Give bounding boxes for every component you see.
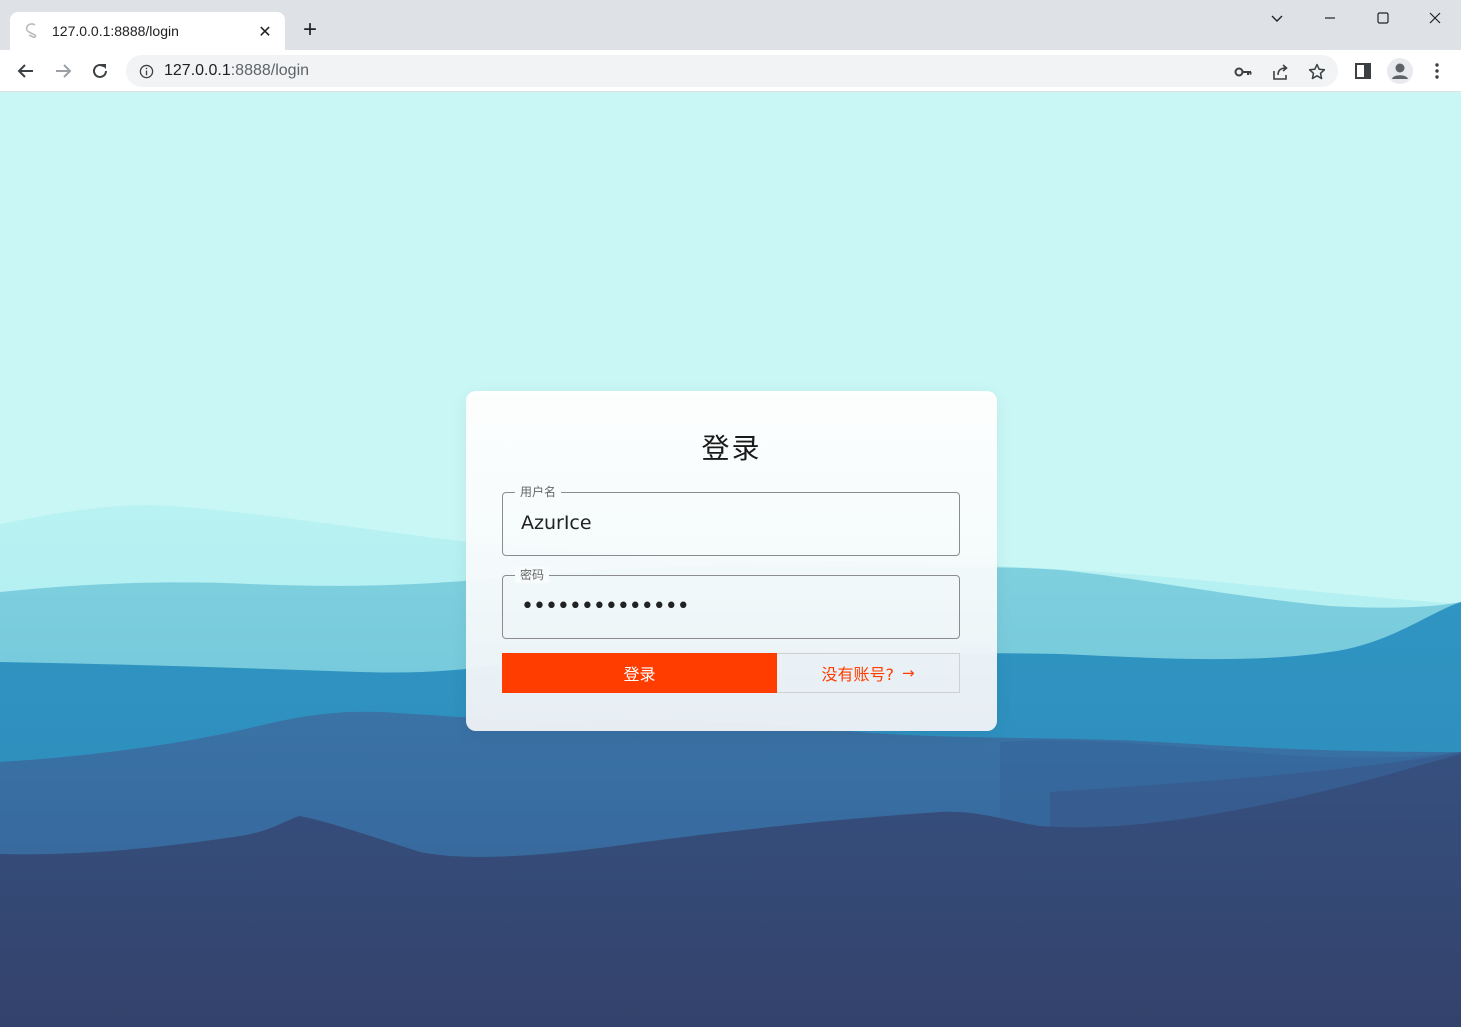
reload-icon[interactable] [86,57,114,85]
address-bar[interactable]: 127.0.0.1:8888/login [126,55,1338,87]
tab-search-chevron-icon[interactable] [1251,0,1303,36]
login-button[interactable]: 登录 [502,653,777,693]
browser-tab-strip: 127.0.0.1:8888/login ✕ + [0,0,1461,50]
url-path: :8888/login [230,62,310,79]
back-arrow-icon[interactable] [12,57,40,85]
username-input[interactable]: AzurIce [521,512,592,534]
window-close-icon[interactable] [1409,0,1461,36]
svelte-icon [24,23,40,39]
username-label: 用户名 [515,484,562,500]
side-panel-icon[interactable] [1353,61,1373,81]
key-icon[interactable] [1234,63,1252,81]
kebab-menu-icon[interactable] [1427,61,1447,81]
minimize-icon[interactable] [1304,0,1356,36]
share-icon[interactable] [1271,63,1289,81]
password-input[interactable]: •••••••••••••• [521,594,690,619]
tab-title: 127.0.0.1:8888/login [52,23,179,39]
browser-toolbar: 127.0.0.1:8888/login [0,50,1461,92]
register-button-label: 没有账号? [821,665,894,684]
arrow-right-icon: → [901,664,915,682]
url-host: 127.0.0.1 [164,62,231,79]
login-card: 登录 用户名 AzurIce 密码 •••••••••••••• 登录 没有账号… [466,391,997,731]
star-icon[interactable] [1308,63,1326,81]
password-label: 密码 [515,567,550,583]
forward-arrow-icon[interactable] [49,57,77,85]
url-text[interactable]: 127.0.0.1:8888/login [164,62,309,80]
password-field[interactable]: 密码 •••••••••••••• [502,567,960,639]
new-tab-button[interactable]: + [298,16,322,43]
tab-close-icon[interactable]: ✕ [257,22,273,41]
page-title: 登录 [701,432,762,465]
browser-tab[interactable]: 127.0.0.1:8888/login ✕ [10,12,285,50]
info-icon[interactable] [138,63,154,79]
profile-icon[interactable] [1387,58,1413,84]
username-field[interactable]: 用户名 AzurIce [502,484,960,556]
page-viewport: 登录 用户名 AzurIce 密码 •••••••••••••• 登录 没有账号… [0,92,1461,1027]
register-button[interactable]: 没有账号? → [777,653,960,693]
maximize-icon[interactable] [1357,0,1409,36]
